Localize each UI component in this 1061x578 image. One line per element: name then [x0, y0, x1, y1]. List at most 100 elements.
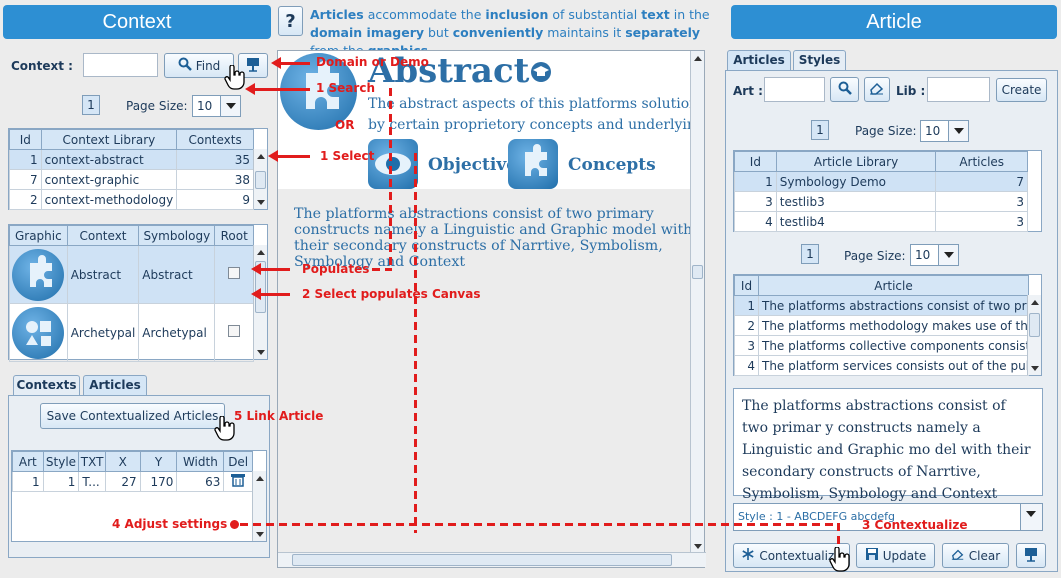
trash-icon[interactable]: [230, 474, 246, 490]
cell-context: Abstract: [66, 245, 140, 304]
chevron-down-icon: [220, 96, 240, 116]
tab-styles[interactable]: Styles: [793, 50, 846, 70]
cell-y[interactable]: 170: [139, 471, 178, 492]
context-search-input[interactable]: [83, 53, 158, 77]
art-search-button[interactable]: [830, 77, 859, 102]
col-root[interactable]: Root: [214, 225, 254, 246]
context-page-size-select[interactable]: 10: [192, 95, 241, 117]
col-id[interactable]: Id: [9, 129, 42, 150]
col-articles[interactable]: Articles: [935, 151, 1028, 172]
annotation-dot: [230, 520, 239, 529]
context-page-number[interactable]: 1: [82, 95, 100, 115]
cell-count: 38: [176, 169, 254, 190]
library-page-number[interactable]: 1: [811, 120, 829, 140]
linked-articles-scrollbar[interactable]: [252, 471, 266, 541]
table-row[interactable]: 4 testlib4 3: [734, 211, 1028, 232]
tab-right-articles[interactable]: Articles: [727, 50, 791, 70]
table-row[interactable]: Archetypal Archetypal: [9, 303, 254, 362]
article-preview-text: The platforms abstractions consist of tw…: [742, 398, 1031, 502]
article-preview[interactable]: The platforms abstractions consist of tw…: [733, 388, 1043, 502]
cell-style: 1: [42, 471, 80, 492]
canvas-vscrollbar[interactable]: [690, 51, 704, 553]
graphic-cell: [9, 303, 68, 362]
canvas-area[interactable]: The platforms abstractions consist of tw…: [278, 189, 698, 553]
article-panel-header: Article: [731, 5, 1057, 39]
easel-icon: [245, 56, 261, 75]
col-txt[interactable]: TXT: [78, 451, 106, 472]
cell-count: 35: [176, 149, 254, 170]
table-row[interactable]: 1 Symbology Demo 7: [734, 171, 1028, 192]
col-article-library[interactable]: Article Library: [775, 151, 937, 172]
info-text-run: domain imagery: [310, 25, 425, 40]
col-y[interactable]: Y: [139, 451, 178, 472]
col-id[interactable]: Id: [734, 151, 777, 172]
link-objective[interactable]: Objective: [428, 155, 517, 175]
article-table-scrollbar[interactable]: [1027, 295, 1041, 375]
table-row[interactable]: 4 The platform services consists out of …: [734, 355, 1029, 376]
table-row[interactable]: Abstract Abstract: [9, 245, 254, 304]
art-search-input[interactable]: [764, 77, 825, 102]
chevron-down-icon: [948, 121, 968, 141]
col-contexts[interactable]: Contexts: [176, 129, 254, 150]
context-panel-header: Context: [3, 5, 271, 39]
save-contextualized-articles-button[interactable]: Save Contextualized Articles: [40, 403, 225, 429]
tab-contexts[interactable]: Contexts: [13, 375, 80, 395]
col-context-library[interactable]: Context Library: [40, 129, 178, 150]
col-article[interactable]: Article: [758, 275, 1029, 296]
col-symbology[interactable]: Symbology: [138, 225, 216, 246]
annotation-or: OR: [335, 118, 355, 132]
table-row[interactable]: 1 The platforms abstractions consist of …: [734, 295, 1029, 316]
cell-id: 1: [734, 295, 759, 316]
col-width[interactable]: Width: [176, 451, 225, 472]
col-x[interactable]: X: [104, 451, 141, 472]
cell-x[interactable]: 27: [104, 471, 141, 492]
link-concepts[interactable]: Concepts: [568, 155, 656, 175]
annotation-select-canvas: 2 Select populates Canvas: [302, 287, 481, 301]
table-row[interactable]: 2 context-methodology 9: [9, 189, 254, 210]
col-graphic[interactable]: Graphic: [9, 225, 68, 246]
tab-articles[interactable]: Articles: [83, 375, 147, 395]
root-checkbox[interactable]: [228, 267, 241, 279]
col-del[interactable]: Del: [223, 451, 253, 472]
chevron-down-icon: [1020, 504, 1042, 530]
article-page-number[interactable]: 1: [801, 244, 819, 264]
table-row[interactable]: 3 The platforms collective components co…: [734, 335, 1029, 356]
clear-button[interactable]: Clear: [942, 543, 1009, 568]
cell-symbology: Archetypal: [138, 303, 216, 362]
chevron-down-icon: [938, 245, 958, 265]
annotation-link-article: 5 Link Article: [234, 409, 324, 423]
col-id[interactable]: Id: [734, 275, 759, 296]
cell-id: 3: [734, 335, 759, 356]
library-page-size-value: 10: [925, 124, 941, 138]
col-art[interactable]: Art: [12, 451, 44, 472]
lib-input[interactable]: [927, 77, 990, 102]
eraser-button[interactable]: [864, 77, 890, 102]
update-button[interactable]: Update: [856, 543, 935, 568]
annotation-line: [260, 268, 290, 271]
context-table-scrollbar[interactable]: [253, 149, 267, 209]
canvas-article-text[interactable]: The platforms abstractions consist of tw…: [294, 206, 694, 270]
info-text-run: accommodate the: [363, 7, 486, 22]
table-row[interactable]: 1 1 T... 27 170 63: [12, 471, 253, 492]
help-button[interactable]: ?: [278, 6, 303, 36]
annotation-domain-demo: Domain or Demo: [316, 55, 429, 69]
eye-icon: [368, 139, 418, 189]
table-row[interactable]: 2 The platforms methodology makes use of…: [734, 315, 1029, 336]
cell-id: 1: [9, 149, 42, 170]
col-style[interactable]: Style: [42, 451, 80, 472]
table-row[interactable]: 7 context-graphic 38: [9, 169, 254, 190]
cell-id: 2: [9, 189, 42, 210]
col-context[interactable]: Context: [66, 225, 140, 246]
create-button[interactable]: Create: [996, 78, 1047, 102]
cell-id: 4: [734, 211, 777, 232]
canvas-hscrollbar[interactable]: [278, 552, 706, 567]
present-button[interactable]: [1016, 543, 1046, 568]
table-row[interactable]: 3 testlib3 3: [734, 191, 1028, 212]
cell-count: 3: [935, 191, 1028, 212]
root-checkbox[interactable]: [228, 325, 241, 337]
table-row[interactable]: 1 context-abstract 35: [9, 149, 254, 170]
article-page-size-select[interactable]: 10: [910, 244, 959, 266]
library-page-size-select[interactable]: 10: [920, 120, 969, 142]
annotation-line: [254, 88, 310, 91]
cell-width[interactable]: 63: [176, 471, 225, 492]
